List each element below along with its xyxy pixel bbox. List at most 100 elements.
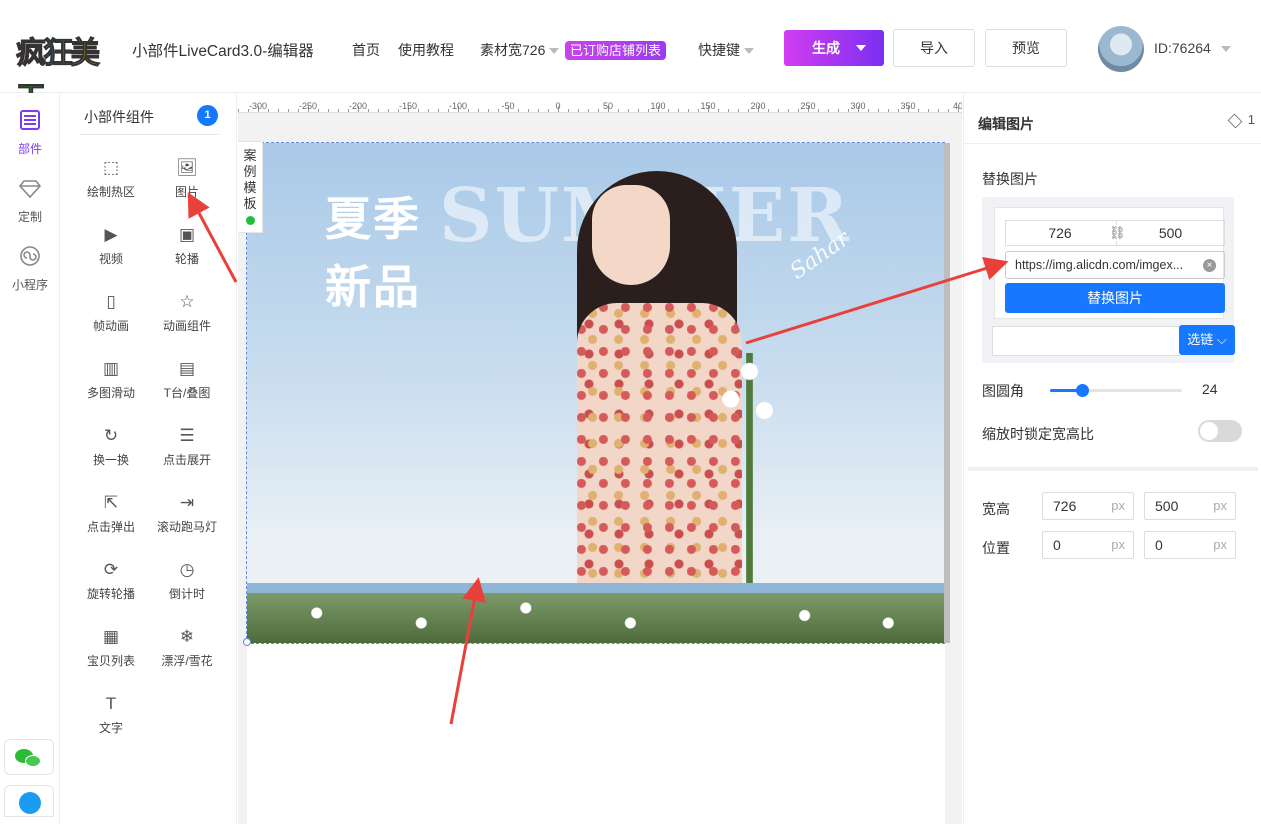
app-logo[interactable]: 疯狂美工 — [16, 28, 122, 116]
caret-down-icon[interactable] — [856, 45, 866, 51]
widget-item[interactable]: ▯ 帧动画 — [71, 291, 151, 334]
shop-list-badge[interactable]: 已订购店铺列表 — [565, 41, 667, 60]
height-input[interactable]: 500 px — [1144, 492, 1236, 520]
unit-label: px — [1213, 498, 1227, 513]
image-height-value[interactable]: 500 — [1116, 221, 1224, 245]
ruler-label: -50 — [501, 101, 515, 111]
ruler-label: 0 — [555, 101, 561, 111]
ruler-tick — [928, 109, 929, 112]
image-url-value: https://img.alicdn.com/imgex... — [1015, 258, 1184, 272]
widget-item-label: 绘制热区 — [86, 185, 135, 199]
qq-icon[interactable] — [4, 785, 54, 817]
case-template-tab[interactable]: 案例模板 — [238, 141, 263, 233]
material-width-dropdown[interactable]: 素材宽726 — [480, 40, 560, 60]
nav-home-link[interactable]: 首页 — [352, 40, 380, 60]
widget-item[interactable]: ⟳ 旋转轮播 — [71, 559, 151, 602]
image-width-value[interactable]: 726 — [1006, 221, 1114, 245]
import-button[interactable]: 导入 — [893, 29, 975, 67]
chevron-down-icon: ⌵ — [1213, 332, 1227, 347]
shortcuts-label: 快捷键 — [698, 42, 740, 58]
ruler-label: 40 — [952, 101, 962, 111]
ruler-tick — [678, 109, 679, 112]
widget-item-label: T台/叠图 — [163, 386, 211, 400]
widget-item-label: 动画组件 — [162, 319, 211, 333]
widget-item[interactable]: ◷ 倒计时 — [147, 559, 227, 602]
widget-item[interactable]: ↻ 换一换 — [71, 425, 151, 468]
avatar[interactable] — [1098, 26, 1144, 72]
ruler-tick — [638, 109, 639, 112]
widget-item[interactable]: T 文字 — [71, 693, 151, 736]
chevron-down-icon — [744, 48, 754, 55]
generate-button[interactable]: 生成 — [784, 30, 884, 66]
material-width-label: 素材宽726 — [480, 42, 546, 58]
ruler-tick — [888, 109, 889, 112]
flower-field — [247, 593, 944, 643]
widget-item[interactable]: ▦ 宝贝列表 — [71, 626, 151, 669]
ruler-tick — [768, 109, 769, 112]
wechat-icon[interactable] — [4, 739, 54, 775]
slider-handle[interactable] — [1075, 384, 1089, 397]
ruler-tick — [468, 109, 469, 112]
ruler-tick — [588, 109, 589, 112]
selected-image[interactable]: SUMMER 夏季 新品 Sahar — [246, 142, 945, 644]
link-icon[interactable]: ⛓ — [1107, 225, 1128, 241]
widget-item-label: 点击展开 — [162, 453, 211, 467]
replace-image-button[interactable]: 替换图片 — [1005, 283, 1225, 313]
ruler-label: -150 — [398, 101, 418, 111]
widget-item[interactable]: ▣ 轮播 — [147, 224, 227, 267]
pick-link-button[interactable]: 选链 ⌵ — [1179, 325, 1235, 355]
widget-item[interactable]: ☆ 动画组件 — [147, 291, 227, 334]
sidebar-item-label: 部件 — [17, 142, 42, 156]
clear-icon[interactable]: × — [1203, 259, 1216, 272]
nav-tutorial-link[interactable]: 使用教程 — [398, 40, 454, 60]
widget-item[interactable]: 🖼 图片 — [147, 157, 227, 200]
widget-item[interactable]: ⇱ 点击弹出 — [71, 492, 151, 535]
headline-line-1: 夏季 — [325, 192, 421, 246]
canvas-area[interactable]: -300 -250 -200 -150 -100 -50 0 50 100 150 200 250 30… — [238, 93, 962, 824]
ruler-tick — [568, 109, 569, 112]
ruler-tick — [338, 109, 339, 112]
widget-item[interactable]: ⬚ 绘制热区 — [71, 157, 151, 200]
ruler-tick — [738, 109, 739, 112]
widget-item[interactable]: ⇥ 滚动跑马灯 — [147, 492, 227, 535]
image-url-input[interactable]: https://img.alicdn.com/imgex... × — [1005, 251, 1225, 279]
widget-item[interactable]: ▥ 多图滑动 — [71, 358, 151, 401]
ruler-tick — [418, 109, 419, 112]
unit-label: px — [1111, 498, 1125, 513]
width-value: 726 — [1053, 498, 1077, 514]
width-input[interactable]: 726 px — [1042, 492, 1134, 520]
position-label: 位置 — [982, 540, 1010, 556]
unit-label: px — [1213, 537, 1227, 552]
corner-radius-slider[interactable] — [1050, 384, 1182, 397]
ruler-tick — [778, 109, 779, 112]
layers-button[interactable]: 1 — [1227, 112, 1255, 128]
ruler-tick — [478, 109, 479, 112]
widget-item[interactable]: ☰ 点击展开 — [147, 425, 227, 468]
pos-y-input[interactable]: 0 px — [1144, 531, 1236, 559]
ruler-tick — [528, 109, 529, 112]
widget-item-label: 多图滑动 — [86, 386, 135, 400]
ruler-tick — [428, 109, 429, 112]
panel-title: 编辑图片 — [978, 116, 1034, 132]
sidebar-item-parts[interactable]: 部件 — [0, 109, 60, 157]
sidebar-item-custom[interactable]: 定制 — [0, 179, 60, 225]
user-id-dropdown[interactable]: ID:76264 — [1154, 40, 1231, 56]
widget-item[interactable]: ❄ 漂浮/雪花 — [147, 626, 227, 669]
canvas-scrollbar[interactable] — [944, 143, 950, 643]
top-header: 疯狂美工 小部件LiveCard3.0-编辑器 首页 使用教程 素材宽726 已… — [0, 0, 1261, 116]
ruler-tick — [648, 109, 649, 112]
ruler-tick — [668, 109, 669, 112]
divider — [79, 134, 219, 135]
resize-handle[interactable] — [243, 638, 251, 646]
pos-x-input[interactable]: 0 px — [1042, 531, 1134, 559]
widget-item[interactable]: ▤ T台/叠图 — [147, 358, 227, 401]
rotate-icon: ⟳ — [103, 560, 119, 579]
shortcuts-dropdown[interactable]: 快捷键 — [698, 40, 754, 60]
ruler-label: 200 — [750, 101, 766, 111]
preview-button[interactable]: 预览 — [985, 29, 1067, 67]
link-input[interactable] — [992, 326, 1180, 356]
lock-ratio-toggle[interactable] — [1198, 420, 1242, 442]
widget-item[interactable]: ▶ 视频 — [71, 224, 151, 267]
sidebar-item-miniprogram[interactable]: 小程序 — [0, 245, 60, 293]
star-icon: ☆ — [179, 292, 195, 311]
